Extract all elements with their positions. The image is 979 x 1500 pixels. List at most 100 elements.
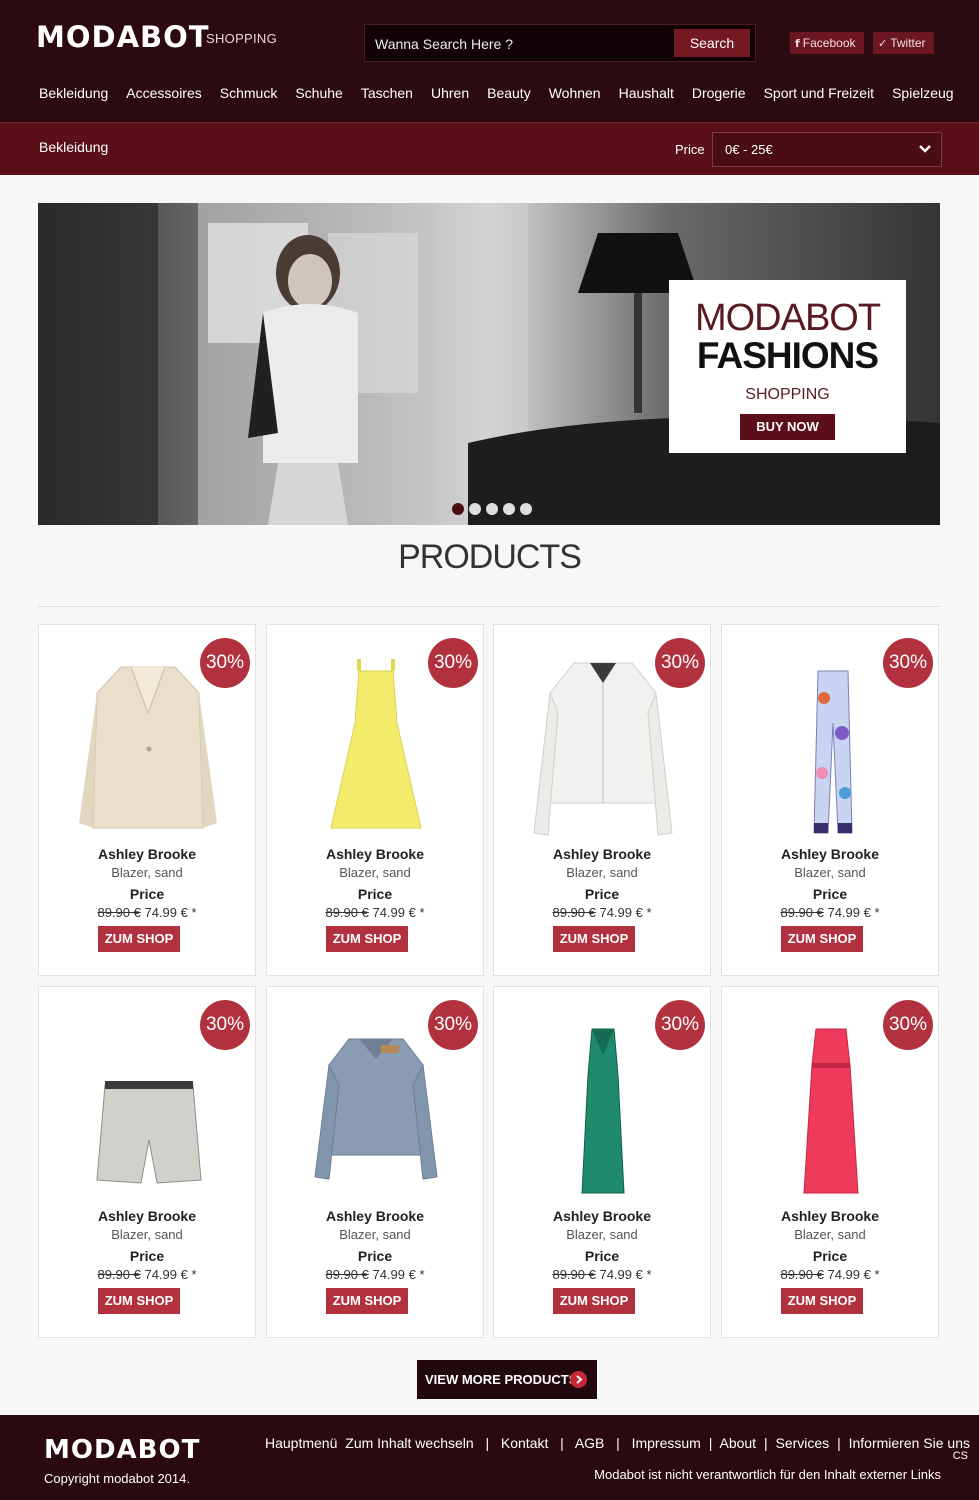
footer-link-kontakt[interactable]: Kontakt <box>501 1435 548 1451</box>
logo[interactable]: MODABOT <box>36 20 210 54</box>
copyright: Copyright modabot 2014. <box>44 1471 190 1486</box>
old-price: 89.90 € <box>780 905 824 920</box>
twitter-button[interactable]: ✓ Twitter <box>873 32 934 54</box>
old-price: 89.90 € <box>97 1267 141 1282</box>
denim-jacket-image[interactable] <box>297 1015 455 1203</box>
product-card[interactable]: 30% Ashley Brooke Blazer, sand Price 89.… <box>266 986 484 1338</box>
red-gown-image[interactable] <box>752 1015 910 1203</box>
zum-shop-button[interactable]: ZUM SHOP <box>98 1288 180 1314</box>
twitter-icon: ✓ <box>878 37 888 50</box>
footer-link-inhalt[interactable]: Zum Inhalt wechseln <box>345 1435 473 1451</box>
price-row: 89.90 € 74.99 € * <box>39 1267 255 1282</box>
new-price: 74.99 € * <box>827 905 880 920</box>
footer-separator: | <box>708 1435 713 1451</box>
nav-item-spielzeug[interactable]: Spielzeug <box>883 85 963 105</box>
product-brand: Ashley Brooke <box>325 846 425 862</box>
search-bar: Search <box>364 24 756 62</box>
blazer-image[interactable] <box>69 653 227 841</box>
facebook-icon: f <box>795 37 800 50</box>
new-price: 74.99 € * <box>144 905 197 920</box>
zum-shop-button[interactable]: ZUM SHOP <box>781 926 863 952</box>
nav-item-sport[interactable]: Sport und Freizeit <box>755 85 884 105</box>
product-description: Blazer, sand <box>111 1227 183 1242</box>
logo-subtitle: SHOPPING <box>206 31 278 46</box>
nav-item-schuhe[interactable]: Schuhe <box>286 85 351 105</box>
facebook-button[interactable]: f Facebook <box>790 32 864 54</box>
site-footer: MODABOT Copyright modabot 2014. Hauptmen… <box>0 1415 979 1500</box>
slider-dot[interactable] <box>486 503 498 515</box>
zum-shop-button[interactable]: ZUM SHOP <box>553 1288 635 1314</box>
footer-separator: | <box>481 1435 493 1451</box>
price-filter-label: Price <box>675 142 705 157</box>
nav-item-accessoires[interactable]: Accessoires <box>117 85 210 105</box>
arrow-right-icon <box>570 1371 587 1388</box>
printed-pants-image[interactable] <box>752 653 910 841</box>
price-range-select[interactable]: 0€ - 25€ <box>712 132 942 167</box>
price-label: Price <box>584 1248 620 1264</box>
yellow-dress-image[interactable] <box>297 653 455 841</box>
product-card[interactable]: 30% Ashley Brooke Blazer, sand Price 89.… <box>493 624 711 976</box>
zum-shop-button[interactable]: ZUM SHOP <box>98 926 180 952</box>
product-card[interactable]: 30% Ashley Brooke Blazer, sand Price 89.… <box>38 624 256 976</box>
search-input[interactable] <box>375 34 665 54</box>
slider-dot[interactable] <box>503 503 515 515</box>
zum-shop-button[interactable]: ZUM SHOP <box>326 1288 408 1314</box>
nav-item-haushalt[interactable]: Haushalt <box>610 85 683 105</box>
nav-item-bekleidung[interactable]: Bekleidung <box>30 85 117 105</box>
zum-shop-button[interactable]: ZUM SHOP <box>326 926 408 952</box>
product-card[interactable]: 30% Ashley Brooke Blazer, sand Price 89.… <box>38 986 256 1338</box>
nav-item-beauty[interactable]: Beauty <box>478 85 540 105</box>
footer-logo[interactable]: MODABOT <box>44 1435 200 1465</box>
price-row: 89.90 € 74.99 € * <box>267 905 483 920</box>
twitter-label: Twitter <box>890 36 926 50</box>
shorts-image[interactable] <box>69 1015 227 1203</box>
slider-dot[interactable] <box>452 503 464 515</box>
slider-dot[interactable] <box>469 503 481 515</box>
product-brand: Ashley Brooke <box>325 1208 425 1224</box>
product-card[interactable]: 30% Ashley Brooke Blazer, sand Price 89.… <box>721 986 939 1338</box>
product-brand: Ashley Brooke <box>780 846 880 862</box>
slider-dot[interactable] <box>520 503 532 515</box>
product-brand: Ashley Brooke <box>97 1208 197 1224</box>
footer-link-informieren[interactable]: Informieren Sie uns <box>849 1435 970 1451</box>
nav-item-drogerie[interactable]: Drogerie <box>683 85 755 105</box>
price-label: Price <box>357 886 393 902</box>
footer-separator: | <box>612 1435 624 1451</box>
nav-item-taschen[interactable]: Taschen <box>352 85 422 105</box>
green-gown-image[interactable] <box>524 1015 682 1203</box>
footer-link-impressum[interactable]: Impressum <box>632 1435 701 1451</box>
old-price: 89.90 € <box>552 1267 596 1282</box>
product-card[interactable]: 30% Ashley Brooke Blazer, sand Price 89.… <box>721 624 939 976</box>
footer-link-agb[interactable]: AGB <box>575 1435 605 1451</box>
chevron-down-icon <box>919 145 931 153</box>
price-label: Price <box>812 886 848 902</box>
hero-title: FASHIONS <box>696 335 879 376</box>
footer-link-services[interactable]: Services <box>776 1435 830 1451</box>
price-label: Price <box>584 886 620 902</box>
buy-now-button[interactable]: BUY NOW <box>740 414 835 440</box>
product-brand: Ashley Brooke <box>97 846 197 862</box>
product-brand: Ashley Brooke <box>552 1208 652 1224</box>
search-button[interactable]: Search <box>674 29 750 57</box>
nav-item-schmuck[interactable]: Schmuck <box>211 85 287 105</box>
footer-note: Modabot ist nicht verantwortlich für den… <box>594 1467 941 1482</box>
zum-shop-button[interactable]: ZUM SHOP <box>781 1288 863 1314</box>
price-row: 89.90 € 74.99 € * <box>722 1267 938 1282</box>
hero-brand: MODABOT <box>694 297 881 339</box>
nav-item-uhren[interactable]: Uhren <box>422 85 478 105</box>
product-card[interactable]: 30% Ashley Brooke Blazer, sand Price 89.… <box>493 986 711 1338</box>
product-description: Blazer, sand <box>566 1227 638 1242</box>
hero-promo-panel: MODABOT FASHIONS SHOPPING BUY NOW <box>669 280 906 453</box>
footer-links: Hauptmenü Zum Inhalt wechseln | Kontakt … <box>265 1435 974 1451</box>
view-more-products-button[interactable]: VIEW MORE PRODUCTS <box>417 1360 597 1399</box>
price-label: Price <box>812 1248 848 1264</box>
footer-link-about[interactable]: About <box>719 1435 756 1451</box>
footer-link-hauptmenu[interactable]: Hauptmenü <box>265 1435 337 1451</box>
white-jacket-image[interactable] <box>524 653 682 841</box>
product-card[interactable]: 30% Ashley Brooke Blazer, sand Price 89.… <box>266 624 484 976</box>
price-row: 89.90 € 74.99 € * <box>267 1267 483 1282</box>
nav-item-wohnen[interactable]: Wohnen <box>540 85 610 105</box>
product-description: Blazer, sand <box>111 865 183 880</box>
product-brand: Ashley Brooke <box>780 1208 880 1224</box>
zum-shop-button[interactable]: ZUM SHOP <box>553 926 635 952</box>
